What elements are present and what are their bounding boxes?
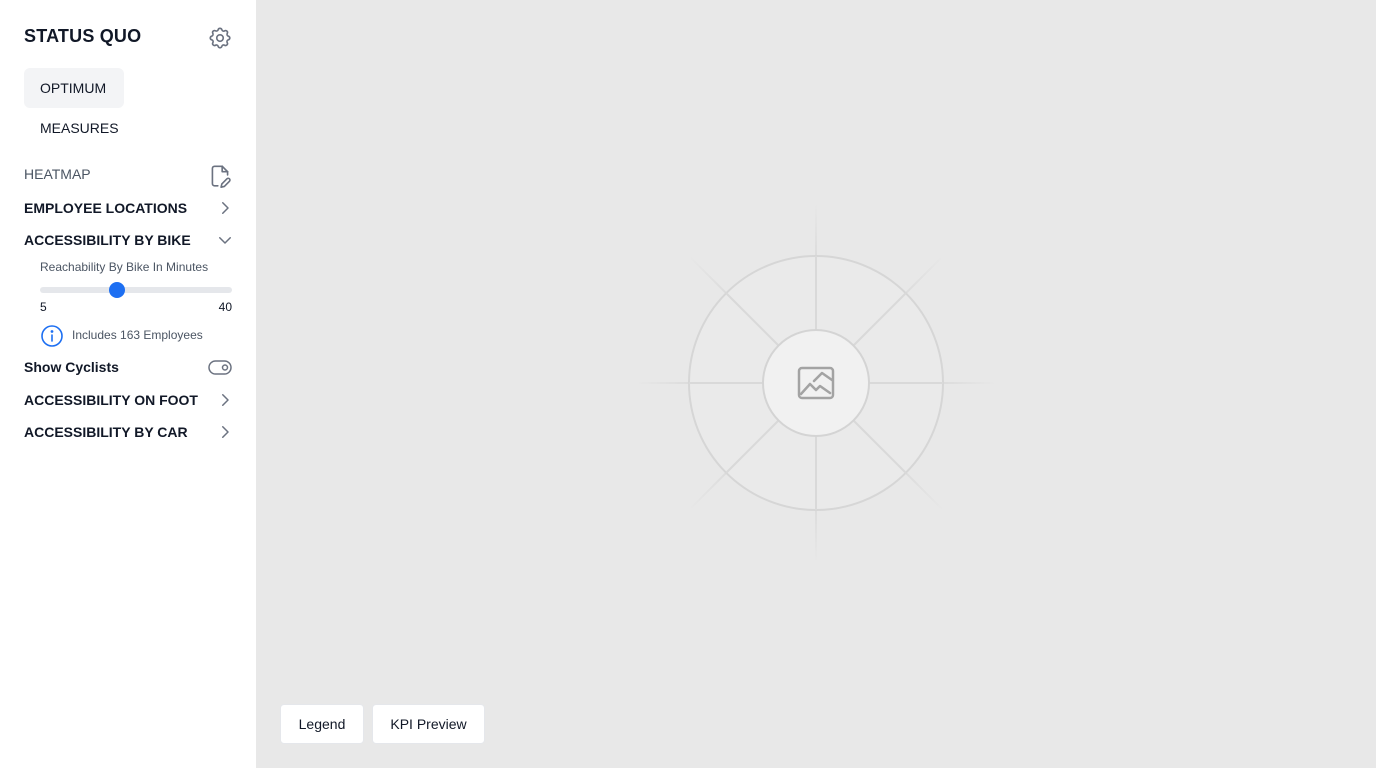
map-area[interactable]: Legend KPI Preview xyxy=(256,0,1376,768)
document-edit-icon[interactable] xyxy=(207,163,233,189)
employee-count-info: Includes 163 Employees xyxy=(72,328,203,342)
kpi-preview-button[interactable]: KPI Preview xyxy=(372,704,485,744)
section-accessibility-foot-label: ACCESSIBILITY ON FOOT xyxy=(24,392,198,408)
bike-slider-min-label: 5 xyxy=(40,300,47,314)
nav-optimum-button[interactable]: OPTIMUM xyxy=(24,68,124,108)
section-employee-locations[interactable]: EMPLOYEE LOCATIONS xyxy=(24,196,234,220)
show-cyclists-label: Show Cyclists xyxy=(24,359,119,375)
section-accessibility-car-label: ACCESSIBILITY BY CAR xyxy=(24,424,188,440)
show-cyclists-toggle[interactable] xyxy=(208,360,232,375)
info-icon xyxy=(41,325,63,347)
chevron-down-icon xyxy=(219,237,231,244)
legend-button-label: Legend xyxy=(298,716,346,732)
section-accessibility-bike[interactable]: ACCESSIBILITY BY BIKE xyxy=(24,228,234,252)
page-title: STATUS QUO xyxy=(24,26,142,46)
nav-measures-label: MEASURES xyxy=(40,120,119,136)
app-root: STATUS QUO OPTIMUM MEASURES HEATMAP EMPL… xyxy=(0,0,1376,768)
chevron-right-icon xyxy=(222,202,229,214)
chevron-right-icon xyxy=(222,394,229,406)
gear-icon[interactable] xyxy=(207,25,233,51)
nav-optimum-label: OPTIMUM xyxy=(40,80,107,96)
bike-slider-max-label: 40 xyxy=(218,300,232,314)
section-accessibility-car[interactable]: ACCESSIBILITY BY CAR xyxy=(24,420,234,444)
bike-slider-thumb[interactable] xyxy=(108,282,125,298)
section-employee-locations-label: EMPLOYEE LOCATIONS xyxy=(24,200,188,216)
legend-button[interactable]: Legend xyxy=(280,704,364,744)
bike-slider-track[interactable] xyxy=(40,287,232,293)
nav-measures-button[interactable]: MEASURES xyxy=(24,108,134,148)
bike-slider-title: Reachability By Bike In Minutes xyxy=(40,260,209,274)
heatmap-heading: HEATMAP xyxy=(24,166,91,182)
section-accessibility-foot[interactable]: ACCESSIBILITY ON FOOT xyxy=(24,388,234,412)
section-accessibility-bike-label: ACCESSIBILITY BY BIKE xyxy=(24,232,191,248)
image-placeholder-icon xyxy=(638,205,994,561)
kpi-preview-button-label: KPI Preview xyxy=(390,716,467,732)
sidebar: STATUS QUO OPTIMUM MEASURES HEATMAP EMPL… xyxy=(0,0,256,768)
chevron-right-icon xyxy=(222,426,229,438)
